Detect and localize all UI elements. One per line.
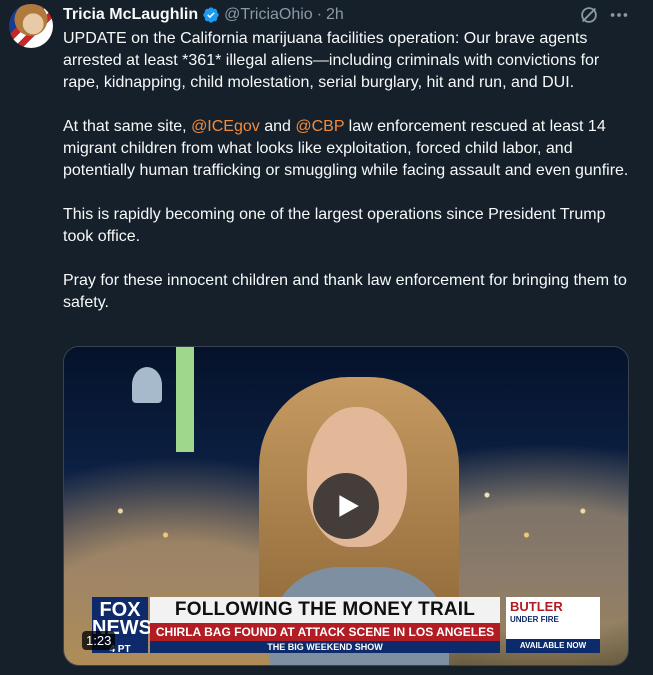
capitol-dome bbox=[132, 367, 162, 403]
promo-box: BUTLER UNDER FIRE AVAILABLE NOW bbox=[506, 597, 600, 653]
tweet-header: Tricia McLaughlin @TriciaOhio · 2h bbox=[63, 4, 344, 26]
video-player[interactable]: FOX NEWS 4 PT FOLLOWING THE MONEY TRAIL … bbox=[63, 346, 629, 666]
separator-dot: · bbox=[316, 6, 323, 23]
show-name-bar: THE BIG WEEKEND SHOW bbox=[150, 641, 500, 653]
promo-subtitle: UNDER FIRE bbox=[510, 615, 559, 624]
tweet-paragraph-4: Pray for these innocent children and tha… bbox=[63, 272, 627, 311]
text-segment: and bbox=[259, 118, 296, 135]
author-name[interactable]: Tricia McLaughlin bbox=[63, 6, 198, 24]
promo-availability: AVAILABLE NOW bbox=[506, 639, 600, 653]
washington-monument bbox=[176, 347, 194, 452]
tweet-text: UPDATE on the California marijuana facil… bbox=[63, 28, 638, 336]
video-duration: 1:23 bbox=[82, 631, 116, 650]
tweet[interactable]: Tricia McLaughlin @TriciaOhio · 2h UPDAT… bbox=[0, 0, 653, 675]
play-button[interactable] bbox=[313, 473, 379, 539]
grok-icon[interactable] bbox=[578, 4, 600, 26]
verified-badge-icon bbox=[203, 7, 219, 23]
chyron-headline: FOLLOWING THE MONEY TRAIL bbox=[150, 597, 500, 623]
tweet-paragraph-3: This is rapidly becoming one of the larg… bbox=[63, 206, 606, 245]
more-options-icon[interactable] bbox=[608, 4, 630, 26]
text-segment: At that same site, bbox=[63, 118, 192, 135]
chyron-subhead: CHIRLA BAG FOUND AT ATTACK SCENE IN LOS … bbox=[150, 623, 500, 641]
news-chyron: FOX NEWS 4 PT FOLLOWING THE MONEY TRAIL … bbox=[92, 597, 600, 655]
mention-icegov-link[interactable]: @ICEgov bbox=[191, 118, 260, 135]
timestamp[interactable]: 2h bbox=[326, 6, 344, 24]
author-handle[interactable]: @TriciaOhio bbox=[224, 6, 313, 24]
promo-title: BUTLER bbox=[510, 599, 563, 614]
avatar[interactable] bbox=[9, 4, 53, 48]
tweet-paragraph-2: At that same site, @ICEgov and @CBP law … bbox=[63, 116, 638, 182]
mention-cbp-link[interactable]: @CBP bbox=[295, 118, 344, 135]
play-icon bbox=[339, 495, 359, 517]
tweet-paragraph-1: UPDATE on the California marijuana facil… bbox=[63, 30, 600, 91]
